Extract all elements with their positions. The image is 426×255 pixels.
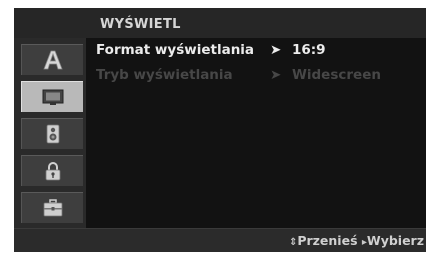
menu-title: WYŚWIETL <box>100 17 181 32</box>
sidebar-item-audio[interactable] <box>21 118 83 149</box>
lock-icon <box>45 162 61 181</box>
sidebar-item-display[interactable] <box>21 81 83 112</box>
arrow-right-icon: ➤ <box>270 67 282 83</box>
sidebar-item-lock[interactable] <box>21 155 83 186</box>
setup-menu-screen: WYŚWIETL Format wyświetlania ➤ 16:9 Tryb… <box>14 8 426 252</box>
settings-panel: Format wyświetlania ➤ 16:9 Tryb wyświetl… <box>86 38 426 228</box>
select-hint-label: Wybierz <box>366 233 424 248</box>
sidebar-item-language[interactable] <box>21 44 83 75</box>
menu-title-bar: WYŚWIETL <box>14 8 426 38</box>
sidebar-item-others[interactable] <box>21 192 83 223</box>
menu-sidebar <box>14 38 86 228</box>
setting-value: 16:9 <box>292 42 326 58</box>
toolbox-icon <box>43 199 63 217</box>
display-icon <box>42 89 64 105</box>
navigation-hint-bar: ⇕Przenieś ▸Wybierz <box>14 228 426 252</box>
move-hint-label: Przenieś <box>297 233 358 248</box>
setting-label: Format wyświetlania <box>96 42 255 58</box>
language-icon <box>43 50 63 70</box>
audio-icon <box>46 124 60 144</box>
up-down-arrows-icon: ⇕ <box>288 237 298 248</box>
setting-label: Tryb wyświetlania <box>96 67 233 83</box>
navigation-hint: ⇕Przenieś ▸Wybierz <box>289 233 424 248</box>
arrow-right-icon: ➤ <box>270 42 282 58</box>
setting-value: Widescreen <box>292 67 381 83</box>
